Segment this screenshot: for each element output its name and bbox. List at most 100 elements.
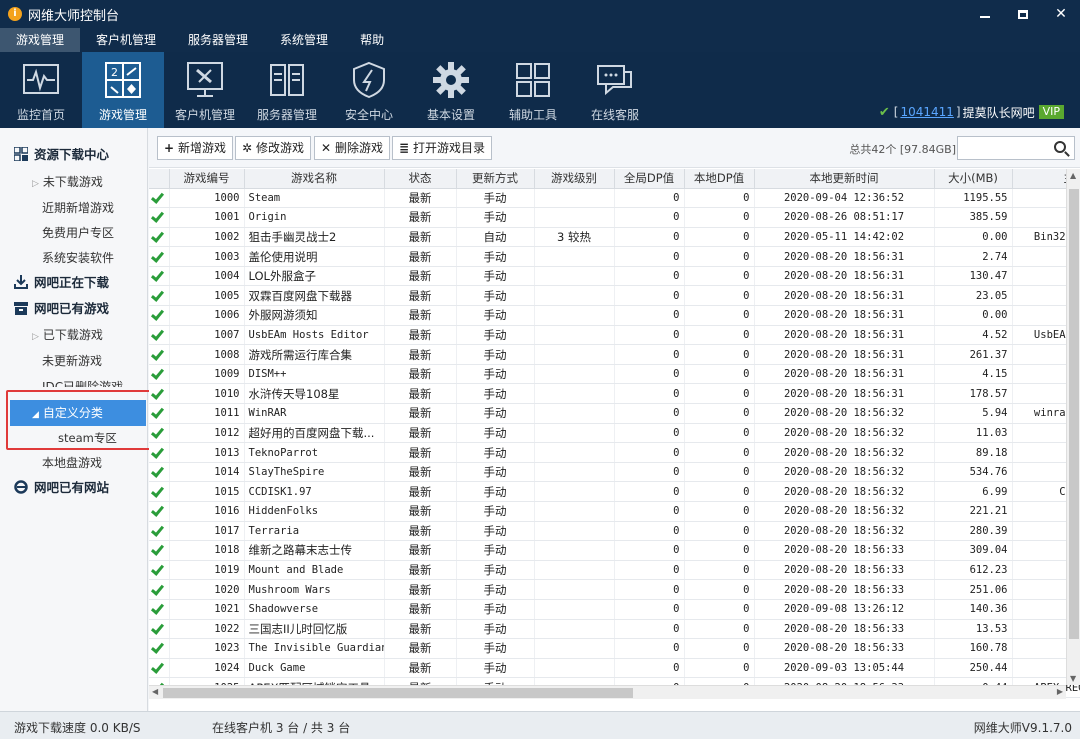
tool-basic-settings[interactable]: 基本设置 bbox=[410, 52, 492, 128]
table-row[interactable]: 1006外服网游须知最新手动002020-08-20 18:56:310.00B bbox=[149, 305, 1080, 326]
tool-monitor-home[interactable]: 监控首页 bbox=[0, 52, 82, 128]
edit-game-button[interactable]: ✲ 修改游戏 bbox=[235, 136, 312, 160]
table-cell: 手动 bbox=[456, 481, 535, 502]
table-row[interactable]: 1021 Shadowverse 最新 手动 0 0 2020-09-08 13:26:12… bbox=[149, 599, 1080, 620]
table-cell: 2020-08-20 18:56:32 bbox=[754, 462, 935, 483]
menu-help[interactable]: 帮助 bbox=[344, 28, 400, 52]
col-local-update-time[interactable]: 本地更新时间 bbox=[754, 169, 935, 189]
table-cell: 手动 bbox=[456, 246, 535, 267]
table-cell: 2020-08-20 18:56:31 bbox=[754, 325, 935, 346]
table-row[interactable]: 1007 UsbEAm Hosts Editor 最新 手动 0 0 2020-08-20 … bbox=[149, 325, 1080, 346]
scroll-left-icon[interactable]: ◀ bbox=[152, 687, 158, 696]
table-row[interactable]: 1004 LOL外服盒子 最新 手动 0 0 2020-08-20 18:56:31 130.… bbox=[149, 266, 1080, 287]
table-row[interactable]: 1022 三国志II儿时回忆版 最新 手动 0 0 2020-08-20 18:56:33 1… bbox=[149, 619, 1080, 640]
table-row[interactable]: 1009DISM++最新手动002020-08-20 18:56:314.15D bbox=[149, 364, 1080, 385]
col-local-dp[interactable]: 本地DP值 bbox=[684, 169, 755, 189]
vertical-scrollbar[interactable]: ▲ ▼ bbox=[1066, 169, 1080, 685]
table-cell: 261.37 bbox=[934, 344, 1013, 365]
menu-client-management[interactable]: 客户机管理 bbox=[80, 28, 172, 52]
table-row[interactable]: 1024 Duck Game 最新 手动 0 0 2020-09-03 13:05:44 25… bbox=[149, 658, 1080, 679]
table-row[interactable]: 1018 维新之路幕末志士传 最新 手动 0 0 2020-08-20 18:56:33 30… bbox=[149, 540, 1080, 561]
table-row[interactable]: 1012 超好用的百度网盘下载... 最新 手动 0 0 2020-08-20 18:56:… bbox=[149, 423, 1080, 444]
sidebar-item-free-zone[interactable]: 免费用户专区 bbox=[0, 220, 148, 246]
col-game-name[interactable]: 游戏名称 bbox=[244, 169, 385, 189]
table-cell bbox=[534, 579, 615, 600]
table-cell: 1013 bbox=[169, 442, 245, 463]
tool-online-support[interactable]: 在线客服 bbox=[574, 52, 656, 128]
table-cell bbox=[534, 560, 615, 581]
sidebar-group-downloading[interactable]: 网吧正在下载 bbox=[0, 270, 148, 296]
col-size[interactable]: 大小(MB) bbox=[934, 169, 1013, 189]
menu-system-management[interactable]: 系统管理 bbox=[264, 28, 344, 52]
table-row[interactable]: 1000 Steam 最新 手动 0 0 2020-09-04 12:36:52 1195.5… bbox=[149, 188, 1080, 209]
sidebar-item-recent-new[interactable]: 近期新增游戏 bbox=[0, 195, 148, 221]
sidebar-group-websites[interactable]: 网吧已有网站 bbox=[0, 475, 148, 501]
sidebar-item-system-software[interactable]: 系统安装软件 bbox=[0, 245, 148, 271]
monitor-icon bbox=[23, 64, 59, 94]
table-row[interactable]: 1001 Origin 最新 手动 0 0 2020-08-26 08:51:17 385.5… bbox=[149, 207, 1080, 228]
table-cell: 0 bbox=[614, 344, 685, 365]
scroll-down-icon[interactable]: ▼ bbox=[1070, 674, 1076, 683]
table-row[interactable]: 1015 CCDISK1.97 最新 手动 0 0 2020-08-20 18:56:32 6… bbox=[149, 481, 1080, 502]
table-row[interactable]: 1011 WinRAR 最新 手动 0 0 2020-08-20 18:56:32 5.94 w… bbox=[149, 403, 1080, 424]
sidebar-group-existing-games[interactable]: 网吧已有游戏 bbox=[0, 296, 148, 322]
table-row[interactable]: 1013 TeknoParrot 最新 手动 0 0 2020-08-20 18:56:32… bbox=[149, 442, 1080, 463]
user-id-link[interactable]: 1041411 bbox=[900, 105, 953, 119]
table-cell: 0 bbox=[684, 325, 755, 346]
tool-auxiliary-tools[interactable]: 辅助工具 bbox=[492, 52, 574, 128]
table-row[interactable]: 1019 Mount and Blade 最新 手动 0 0 2020-08-20 18:5… bbox=[149, 560, 1080, 581]
scroll-right-icon[interactable]: ▶ bbox=[1057, 687, 1063, 696]
table-row[interactable]: 1003 盖伦使用说明 最新 手动 0 0 2020-08-20 18:56:31 2.74 bbox=[149, 246, 1080, 267]
tool-client-management[interactable]: 客户机管理 bbox=[164, 52, 246, 128]
table-cell: LOL外服盒子 bbox=[244, 266, 385, 287]
horizontal-scroll-thumb[interactable] bbox=[163, 688, 633, 698]
vertical-scroll-thumb[interactable] bbox=[1069, 189, 1079, 639]
sidebar-item-idc-deleted[interactable]: IDC已删除游戏 bbox=[0, 373, 148, 387]
close-button[interactable]: ✕ bbox=[1042, 0, 1080, 28]
col-status[interactable]: 状态 bbox=[384, 169, 457, 189]
minimize-button[interactable] bbox=[966, 0, 1004, 28]
table-cell: 0 bbox=[614, 285, 685, 307]
table-row[interactable]: 1008 游戏所需运行库合集 最新 手动 0 0 2020-08-20 18:56:31 26… bbox=[149, 344, 1080, 365]
table-cell: 1010 bbox=[169, 383, 245, 405]
search-icon[interactable] bbox=[1054, 141, 1066, 153]
horizontal-scrollbar[interactable]: ◀ ▶ bbox=[149, 685, 1066, 699]
open-game-dir-button[interactable]: ≣ 打开游戏目录 bbox=[392, 136, 493, 160]
tool-game-management[interactable]: 2 游戏管理 bbox=[82, 52, 164, 128]
table-cell: 1019 bbox=[169, 560, 245, 581]
table-row[interactable]: 1023 The Invisible Guardian 最新 手动 0 0 2020-08-… bbox=[149, 638, 1080, 659]
sidebar-item-not-updated[interactable]: 未更新游戏 bbox=[0, 348, 148, 374]
sidebar-group-resource-center[interactable]: 资源下载中心 bbox=[0, 142, 148, 168]
table-row[interactable]: 1017 Terraria 最新 手动 0 0 2020-08-20 18:56:32 280… bbox=[149, 521, 1080, 542]
table-cell: 0 bbox=[614, 403, 685, 424]
col-game-level[interactable]: 游戏级别 bbox=[534, 169, 615, 189]
table-cell: 0 bbox=[614, 658, 685, 679]
col-global-dp[interactable]: 全局DP值 bbox=[614, 169, 685, 189]
add-game-button[interactable]: + 新增游戏 bbox=[157, 136, 234, 160]
sidebar-item-local-disk[interactable]: 本地盘游戏 bbox=[0, 450, 148, 476]
grid-icon bbox=[13, 144, 29, 162]
vip-badge: VIP bbox=[1038, 105, 1064, 119]
col-game-id[interactable]: 游戏编号 bbox=[169, 169, 245, 189]
table-cell: 手动 bbox=[456, 638, 535, 659]
search-input[interactable] bbox=[957, 136, 1075, 160]
menu-game-management[interactable]: 游戏管理 bbox=[0, 28, 81, 52]
table-row[interactable]: 1014 SlayTheSpire 最新 手动 0 0 2020-08-20 18:56:3… bbox=[149, 462, 1080, 483]
table-row[interactable]: 1010 水浒传天导108星 最新 手动 0 0 2020-08-20 18:56:31 17… bbox=[149, 383, 1080, 405]
table-cell: 0 bbox=[614, 266, 685, 287]
sidebar-item-downloaded[interactable]: ▷ 已下载游戏 bbox=[0, 322, 148, 348]
table-row[interactable]: 1002 狙击手幽灵战士2 最新 自动 3 较热 0 0 2020-05-11 14:42:0… bbox=[149, 227, 1080, 248]
table-row[interactable]: 1005 双霖百度网盘下载器 最新 手动 0 0 2020-08-20 18:56:31 23… bbox=[149, 285, 1080, 307]
tool-server-management[interactable]: 服务器管理 bbox=[246, 52, 328, 128]
table-cell bbox=[534, 540, 615, 561]
col-update-mode[interactable]: 更新方式 bbox=[456, 169, 535, 189]
sidebar-item-not-downloaded[interactable]: ▷ 未下载游戏 bbox=[0, 169, 148, 195]
maximize-button[interactable] bbox=[1004, 0, 1042, 28]
menu-server-management[interactable]: 服务器管理 bbox=[172, 28, 264, 52]
delete-game-button[interactable]: ✕ 删除游戏 bbox=[314, 136, 391, 160]
table-row[interactable]: 1016 HiddenFolks 最新 手动 0 0 2020-08-20 18:56:32… bbox=[149, 501, 1080, 522]
table-cell: 手动 bbox=[456, 501, 535, 522]
tool-security-center[interactable]: 安全中心 bbox=[328, 52, 410, 128]
scroll-up-icon[interactable]: ▲ bbox=[1070, 171, 1076, 180]
table-row[interactable]: 1020 Mushroom Wars 最新 手动 0 0 2020-08-20 18:56:… bbox=[149, 579, 1080, 600]
